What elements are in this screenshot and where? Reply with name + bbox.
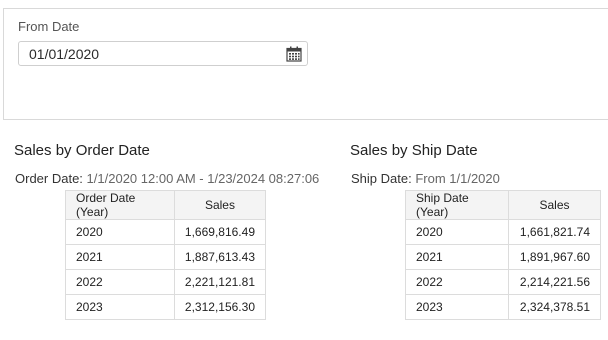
year-cell: 2023 xyxy=(65,294,175,320)
from-date-label: From Date xyxy=(18,19,80,34)
sales-cell: 1,887,613.43 xyxy=(173,244,267,270)
table-row: 2022 2,221,121.81 xyxy=(65,269,267,295)
year-cell: 2022 xyxy=(65,269,175,295)
table-row: 2023 2,324,378.51 xyxy=(405,294,601,320)
column-header-sales[interactable]: Sales xyxy=(173,190,267,220)
sales-cell: 2,221,121.81 xyxy=(173,269,267,295)
table-header-row: Ship Date (Year) Sales xyxy=(405,190,601,220)
sales-cell: 2,312,156.30 xyxy=(173,294,267,320)
sales-cell: 2,214,221.56 xyxy=(508,269,601,295)
ship-date-subtitle-label: Ship Date: xyxy=(351,171,412,186)
table-row: 2023 2,312,156.30 xyxy=(65,294,267,320)
ship-date-subtitle: Ship Date: From 1/1/2020 xyxy=(351,171,500,186)
year-cell: 2020 xyxy=(405,219,509,245)
table-row: 2021 1,887,613.43 xyxy=(65,244,267,270)
table-row: 2022 2,214,221.56 xyxy=(405,269,601,295)
column-header-sales[interactable]: Sales xyxy=(508,190,601,220)
sales-cell: 1,661,821.74 xyxy=(508,219,601,245)
column-header-ship-year[interactable]: Ship Date (Year) xyxy=(405,190,509,220)
order-section-title: Sales by Order Date xyxy=(14,142,150,159)
table-row: 2020 1,661,821.74 xyxy=(405,219,601,245)
order-date-subtitle-label: Order Date: xyxy=(15,171,83,186)
calendar-icon[interactable] xyxy=(286,46,302,62)
year-cell: 2020 xyxy=(65,219,175,245)
year-cell: 2021 xyxy=(65,244,175,270)
order-date-subtitle: Order Date: 1/1/2020 12:00 AM - 1/23/202… xyxy=(15,171,319,186)
ship-section-title: Sales by Ship Date xyxy=(350,142,478,159)
year-cell: 2023 xyxy=(405,294,509,320)
sales-cell: 1,669,816.49 xyxy=(173,219,267,245)
ship-sales-table: Ship Date (Year) Sales 2020 1,661,821.74… xyxy=(405,190,601,320)
year-cell: 2022 xyxy=(405,269,509,295)
order-date-subtitle-value: 1/1/2020 12:00 AM - 1/23/2024 08:27:06 xyxy=(86,171,320,186)
from-date-value[interactable]: 01/01/2020 xyxy=(29,46,99,62)
sales-cell: 1,891,967.60 xyxy=(508,244,601,270)
order-sales-table: Order Date (Year) Sales 2020 1,669,816.4… xyxy=(65,190,267,320)
table-row: 2021 1,891,967.60 xyxy=(405,244,601,270)
table-row: 2020 1,669,816.49 xyxy=(65,219,267,245)
sales-cell: 2,324,378.51 xyxy=(508,294,601,320)
filter-panel: From Date 01/01/2020 xyxy=(3,8,608,120)
from-date-input[interactable]: 01/01/2020 xyxy=(18,41,308,66)
column-header-order-year[interactable]: Order Date (Year) xyxy=(65,190,175,220)
ship-date-subtitle-value: From 1/1/2020 xyxy=(415,171,500,186)
table-header-row: Order Date (Year) Sales xyxy=(65,190,267,220)
year-cell: 2021 xyxy=(405,244,509,270)
